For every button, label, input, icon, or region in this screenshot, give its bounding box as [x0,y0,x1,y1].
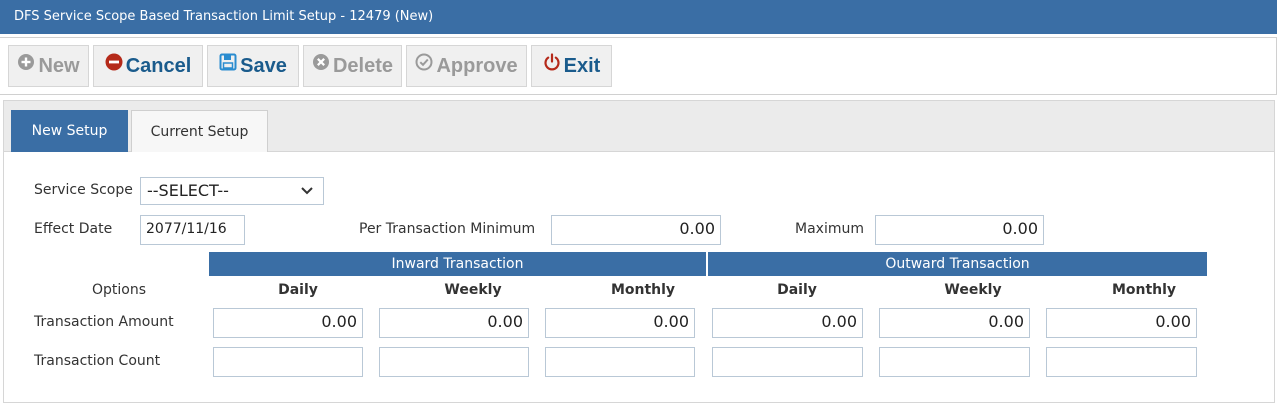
cancel-button[interactable]: Cancel [93,45,203,87]
effect-date-label: Effect Date [34,221,113,237]
inward-daily-count-input[interactable] [213,347,363,377]
check-circle-icon [415,45,433,85]
save-button-label: Save [240,55,287,77]
tab-new-setup[interactable]: New Setup [11,110,128,152]
service-scope-select[interactable]: --SELECT-- [140,177,324,205]
power-icon [543,45,561,85]
inward-daily-header: Daily [278,282,318,298]
outward-daily-count-input[interactable] [712,347,863,377]
maximum-label: Maximum [795,221,864,237]
transaction-count-label: Transaction Count [34,353,161,369]
chevron-down-icon [299,178,315,204]
tab-current-setup[interactable]: Current Setup [131,110,268,152]
exit-button[interactable]: Exit [531,45,612,87]
minus-circle-icon [105,45,123,85]
tab-strip: New Setup Current Setup [4,101,1274,152]
inward-weekly-amount-input[interactable]: 0.00 [379,308,529,338]
outward-monthly-count-input[interactable] [1046,347,1197,377]
inward-weekly-count-input[interactable] [379,347,529,377]
approve-button[interactable]: Approve [406,45,527,87]
delete-button-label: Delete [332,55,394,77]
new-button[interactable]: New [8,45,89,87]
approve-button-label: Approve [436,55,518,77]
outward-transaction-header: Outward Transaction [708,252,1207,276]
new-button-label: New [38,55,80,77]
options-label: Options [92,282,147,298]
inward-daily-amount-input[interactable]: 0.00 [213,308,363,338]
service-scope-value: --SELECT-- [147,181,229,200]
delete-button[interactable]: Delete [303,45,402,87]
floppy-disk-icon [219,45,237,85]
outward-monthly-amount-input[interactable]: 0.00 [1046,308,1197,338]
inward-monthly-amount-input[interactable]: 0.00 [545,308,695,338]
per-transaction-minimum-input[interactable]: 0.00 [551,215,721,245]
outward-weekly-amount-input[interactable]: 0.00 [879,308,1030,338]
outward-weekly-count-input[interactable] [879,347,1030,377]
exit-button-label: Exit [563,55,601,77]
transaction-amount-label: Transaction Amount [34,314,174,330]
window-title: DFS Service Scope Based Transaction Limi… [0,0,1277,34]
plus-circle-icon [17,45,35,85]
toolbar: New Cancel Save Delete Approve Exit [0,37,1277,95]
inward-transaction-header: Inward Transaction [209,252,706,276]
inward-weekly-header: Weekly [444,282,502,298]
maximum-input[interactable]: 0.00 [875,215,1044,245]
outward-daily-header: Daily [777,282,817,298]
save-button[interactable]: Save [207,45,299,87]
times-circle-icon [312,45,330,85]
inward-monthly-header: Monthly [610,282,676,298]
service-scope-label: Service Scope [34,182,133,198]
per-transaction-minimum-label: Per Transaction Minimum [359,221,536,237]
cancel-button-label: Cancel [125,55,192,77]
inward-monthly-count-input[interactable] [545,347,695,377]
outward-daily-amount-input[interactable]: 0.00 [712,308,863,338]
outward-weekly-header: Weekly [944,282,1002,298]
effect-date-input[interactable]: 2077/11/16 [140,215,245,245]
outward-monthly-header: Monthly [1111,282,1177,298]
